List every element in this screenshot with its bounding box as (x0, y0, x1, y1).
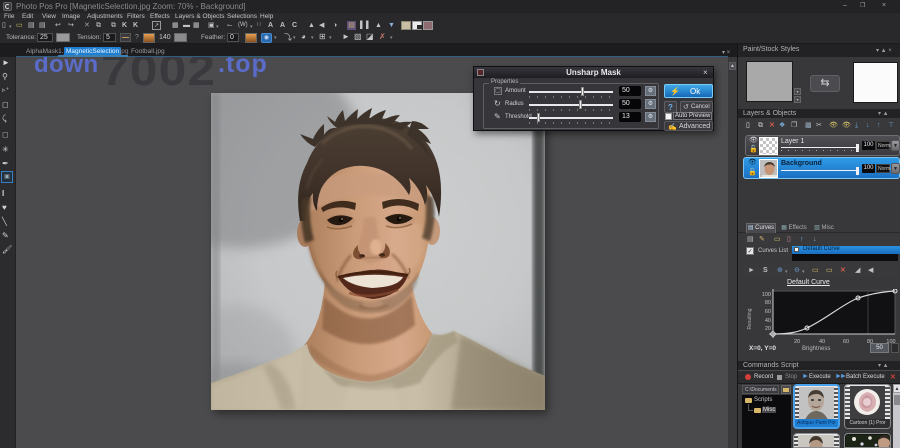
svg-text:60: 60 (765, 309, 771, 315)
svg-text:Resulting: Resulting (747, 308, 753, 329)
svg-text:20: 20 (794, 339, 800, 345)
svg-text:20: 20 (765, 326, 771, 332)
svg-text:40: 40 (765, 318, 771, 324)
svg-text:80: 80 (765, 300, 771, 306)
svg-text:100: 100 (762, 292, 771, 298)
svg-text:60: 60 (843, 339, 849, 345)
svg-text:40: 40 (819, 339, 825, 345)
